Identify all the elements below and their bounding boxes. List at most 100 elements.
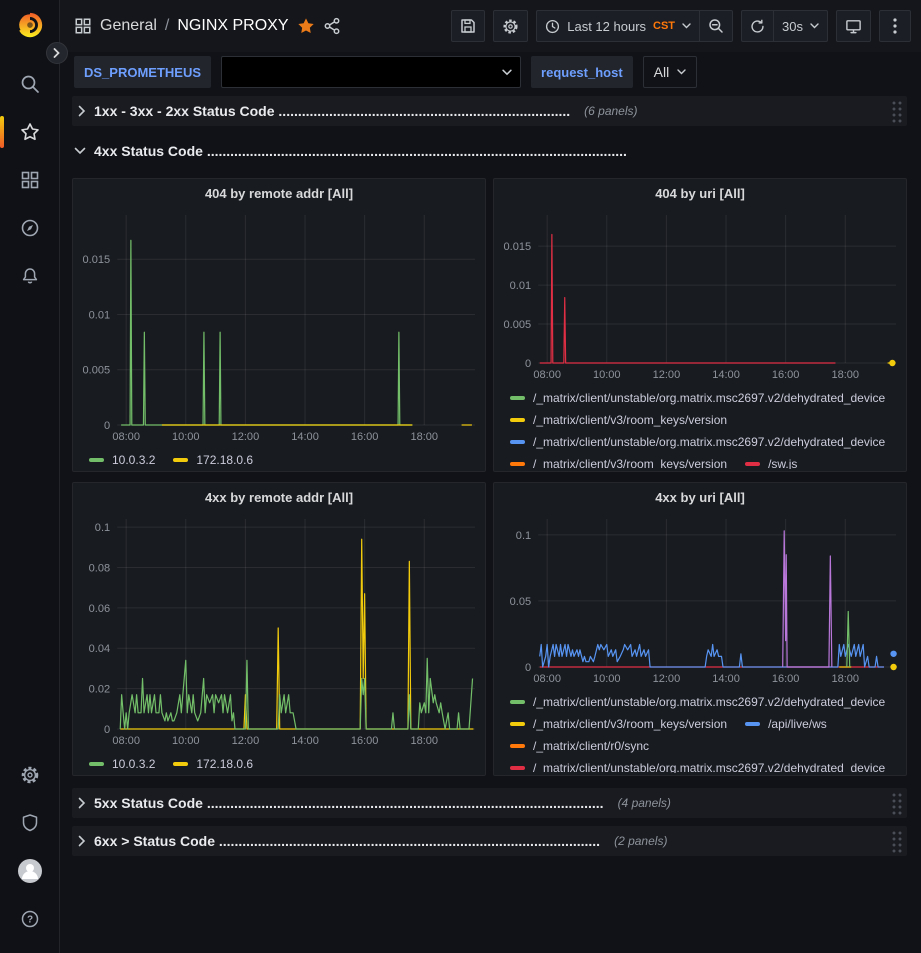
- gear-icon: [20, 765, 40, 785]
- legend-item[interactable]: /_matrix/client/v3/room_keys/version: [510, 713, 727, 735]
- zoom-out-button[interactable]: [699, 10, 733, 42]
- chevron-down-icon: [682, 23, 691, 29]
- sidebar-expand-button[interactable]: [46, 42, 68, 64]
- refresh-icon: [750, 19, 765, 34]
- kiosk-mode-button[interactable]: [836, 10, 871, 42]
- drag-handle-icon[interactable]: [891, 100, 903, 124]
- shield-icon: [20, 813, 40, 833]
- svg-text:08:00: 08:00: [533, 673, 561, 685]
- chevron-down-icon: [74, 147, 86, 155]
- avatar: [17, 858, 43, 884]
- request-host-value: All: [654, 64, 670, 80]
- chevron-down-icon: [502, 69, 512, 76]
- svg-text:0: 0: [104, 724, 110, 736]
- legend-label: 10.0.3.2: [112, 757, 155, 771]
- legend-item[interactable]: /_matrix/client/unstable/org.matrix.msc2…: [510, 691, 885, 713]
- row-panel-count: (4 panels): [618, 796, 671, 810]
- sidebar-item-dashboards[interactable]: [8, 158, 52, 202]
- legend-swatch: [510, 766, 525, 770]
- svg-text:0.1: 0.1: [95, 522, 110, 534]
- datasource-select[interactable]: [221, 56, 521, 88]
- chevron-down-icon: [810, 23, 819, 29]
- legend-swatch: [89, 458, 104, 462]
- legend-item[interactable]: /_matrix/client/unstable/org.matrix.msc2…: [510, 431, 885, 453]
- legend-item[interactable]: /_matrix/client/v3/room_keys/version: [510, 409, 727, 431]
- panel-grid: 404 by remote addr [All] 08:0010:0012:00…: [72, 178, 907, 776]
- monitor-icon: [845, 18, 862, 35]
- more-options-button[interactable]: [879, 10, 911, 42]
- drag-handle-icon[interactable]: [891, 830, 903, 854]
- svg-text:18:00: 18:00: [831, 673, 859, 685]
- panel-title[interactable]: 4xx by remote addr [All]: [205, 490, 353, 505]
- row-6xx[interactable]: 6xx > Status Code ......................…: [72, 826, 907, 856]
- legend-swatch: [173, 458, 188, 462]
- legend-label: /_matrix/client/unstable/org.matrix.msc2…: [533, 695, 885, 709]
- svg-text:08:00: 08:00: [533, 369, 561, 381]
- legend-item[interactable]: /_matrix/client/v3/room_keys/version: [510, 453, 727, 469]
- refresh-button[interactable]: [741, 10, 773, 42]
- sidebar-item-profile[interactable]: [8, 849, 52, 893]
- legend-label: 172.18.0.6: [196, 757, 253, 771]
- panel-legend: 10.0.3.2 172.18.0.6: [73, 749, 485, 775]
- breadcrumb-section[interactable]: General: [100, 17, 157, 35]
- chart-4xx-by-uri: 08:0010:0012:0014:0016:0018:0000.050.1: [494, 511, 906, 687]
- sidebar-item-configuration[interactable]: [8, 753, 52, 797]
- legend-label: /_matrix/client/unstable/org.matrix.msc2…: [533, 761, 885, 773]
- legend-item[interactable]: /_matrix/client/unstable/org.matrix.msc2…: [510, 757, 885, 773]
- save-dashboard-button[interactable]: [451, 10, 485, 42]
- legend-item[interactable]: 172.18.0.6: [173, 753, 253, 775]
- compass-icon: [20, 218, 40, 238]
- chevron-right-icon: [78, 797, 86, 809]
- variables-bar: DS_PROMETHEUS request_host All: [60, 52, 921, 92]
- drag-handle-icon[interactable]: [891, 792, 903, 816]
- chart-404-by-remote-addr: 08:0010:0012:0014:0016:0018:0000.0050.01…: [73, 207, 485, 445]
- sidebar-item-help[interactable]: ?: [8, 897, 52, 941]
- time-range-picker[interactable]: Last 12 hours CST: [536, 10, 699, 42]
- legend-item[interactable]: /_matrix/client/unstable/org.matrix.msc2…: [510, 387, 885, 409]
- panel-4xx-by-uri: 4xx by uri [All] 08:0010:0012:0014:0016:…: [493, 482, 907, 776]
- panel-4xx-by-remote-addr: 4xx by remote addr [All] 08:0010:0012:00…: [72, 482, 486, 776]
- dashboards-grid-icon: [20, 170, 40, 190]
- row-4xx[interactable]: 4xx Status Code ........................…: [72, 136, 907, 166]
- svg-text:16:00: 16:00: [772, 673, 800, 685]
- legend-item[interactable]: 10.0.3.2: [89, 449, 155, 471]
- request-host-select[interactable]: All: [643, 56, 698, 88]
- page-title[interactable]: NGINX PROXY: [177, 17, 288, 35]
- panel-legend: 10.0.3.2 172.18.0.6: [73, 445, 485, 471]
- sidebar-item-search[interactable]: [8, 62, 52, 106]
- panel-title[interactable]: 404 by remote addr [All]: [205, 186, 353, 201]
- breadcrumb: General / NGINX PROXY: [74, 17, 341, 35]
- panel-title[interactable]: 404 by uri [All]: [655, 186, 745, 201]
- legend-item[interactable]: 172.18.0.6: [173, 449, 253, 471]
- svg-text:10:00: 10:00: [593, 369, 621, 381]
- svg-text:0.005: 0.005: [83, 365, 111, 377]
- panel-404-by-uri: 404 by uri [All] 08:0010:0012:0014:0016:…: [493, 178, 907, 472]
- row-1xx-3xx-2xx[interactable]: 1xx - 3xx - 2xx Status Code ............…: [72, 96, 907, 126]
- legend-swatch: [510, 440, 525, 444]
- kebab-menu-icon: [893, 18, 897, 34]
- row-5xx[interactable]: 5xx Status Code ........................…: [72, 788, 907, 818]
- legend-item[interactable]: /_matrix/client/r0/sync: [510, 735, 649, 757]
- legend-label: /sw.js: [768, 457, 797, 469]
- star-outline-icon: [20, 122, 40, 142]
- legend-item[interactable]: /sw.js: [745, 453, 797, 469]
- row-title: 1xx - 3xx - 2xx Status Code ............…: [94, 103, 570, 119]
- row-title: 5xx Status Code ........................…: [94, 795, 604, 811]
- share-icon[interactable]: [323, 17, 341, 35]
- legend-item[interactable]: 10.0.3.2: [89, 753, 155, 775]
- legend-item[interactable]: /api/live/ws: [745, 713, 827, 735]
- legend-label: /api/live/ws: [768, 717, 827, 731]
- grafana-logo-icon[interactable]: [15, 10, 45, 40]
- legend-swatch: [745, 462, 760, 466]
- svg-text:0.005: 0.005: [504, 319, 532, 331]
- legend-swatch: [510, 462, 525, 466]
- favorite-star-icon[interactable]: [297, 17, 315, 35]
- sidebar-item-explore[interactable]: [8, 206, 52, 250]
- dashboard-settings-button[interactable]: [493, 10, 528, 42]
- sidebar-item-alerting[interactable]: [8, 254, 52, 298]
- sidebar-item-server-admin[interactable]: [8, 801, 52, 845]
- panel-title[interactable]: 4xx by uri [All]: [655, 490, 745, 505]
- refresh-interval-dropdown[interactable]: 30s: [773, 10, 828, 42]
- sidebar-item-starred[interactable]: [8, 110, 52, 154]
- svg-text:0.02: 0.02: [89, 684, 111, 696]
